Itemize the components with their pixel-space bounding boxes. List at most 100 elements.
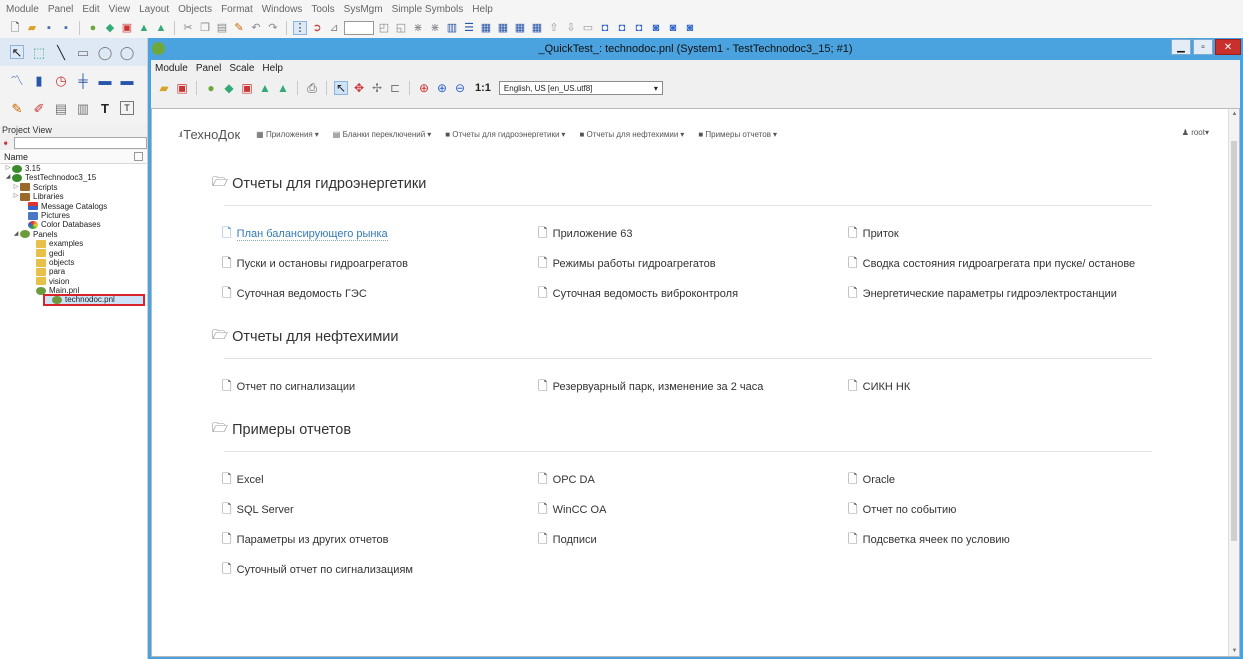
db6-icon[interactable]: ◙: [683, 21, 697, 35]
zoom-fit-icon[interactable]: ⊕: [417, 81, 431, 95]
tree-item[interactable]: Message Catalogs: [0, 202, 147, 211]
report-link[interactable]: 🗋 Подсветка ячеек по условию: [848, 533, 1148, 546]
network-icon[interactable]: ▲: [137, 21, 151, 35]
network-icon[interactable]: ▲: [258, 81, 272, 95]
scroll-thumb[interactable]: [1231, 141, 1237, 541]
tree-item[interactable]: ▷ 3.15: [0, 164, 147, 173]
trend-icon[interactable]: 〽: [10, 73, 24, 87]
para-icon[interactable]: ◆: [103, 21, 117, 35]
color-field-icon[interactable]: [344, 21, 374, 35]
arrow-up-icon[interactable]: ⇧: [547, 21, 561, 35]
report-link[interactable]: 🗋 Энергетические параметры гидроэлектрост…: [848, 287, 1148, 300]
report-link[interactable]: 🗋 Резервуарный парк, изменение за 2 часа: [538, 380, 763, 393]
report-link[interactable]: 🗋 Отчет по сигнализации: [222, 380, 355, 393]
window-titlebar[interactable]: _QuickTest_: technodoc.pnl (System1 - Te…: [148, 38, 1243, 60]
nav-item[interactable]: ▦ Приложения ▾: [256, 130, 319, 139]
cut-icon[interactable]: ✂: [181, 21, 195, 35]
clear-icon[interactable]: ✎: [232, 21, 246, 35]
line-icon[interactable]: ╲: [54, 45, 68, 59]
tree-item[interactable]: gedi: [0, 249, 147, 258]
brand-logo[interactable]: .ıl ТехноДок: [178, 127, 240, 142]
network2-icon[interactable]: ▲: [154, 21, 168, 35]
scale-label[interactable]: 1:1: [475, 82, 491, 94]
text-icon[interactable]: T: [98, 101, 112, 115]
table-widget-icon[interactable]: ▤: [54, 101, 68, 115]
tree-item[interactable]: technodoc.pnl: [43, 294, 145, 306]
panel-icon[interactable]: ●: [204, 81, 218, 95]
distribute2-icon[interactable]: ⋇: [428, 21, 442, 35]
bars-icon[interactable]: ▥: [445, 21, 459, 35]
report-link[interactable]: 🗋 СИКН НК: [848, 380, 1148, 393]
tree-item[interactable]: Main.pnl: [0, 286, 147, 295]
align-icon[interactable]: ⊿: [327, 21, 341, 35]
db3-icon[interactable]: ◘: [632, 21, 646, 35]
report-link[interactable]: 🗋 WinCC OA: [538, 503, 606, 516]
menu-item-layout[interactable]: Layout: [139, 4, 169, 15]
open-folder-icon[interactable]: ▰: [157, 81, 171, 95]
open-folder-icon[interactable]: ▰: [25, 21, 39, 35]
db4-icon[interactable]: ◙: [649, 21, 663, 35]
menu-item-simple-symbols[interactable]: Simple Symbols: [392, 4, 464, 15]
nav-item[interactable]: ▤ Бланки переключений ▾: [333, 130, 431, 139]
tree-item[interactable]: Pictures: [0, 211, 147, 220]
window-icon[interactable]: ▭: [581, 21, 595, 35]
text-box-icon[interactable]: T: [120, 101, 134, 115]
report-link[interactable]: 🗋 Отчет по событию: [848, 503, 1148, 516]
tree-expander-icon[interactable]: ◢: [4, 173, 12, 182]
window-menu-item-scale[interactable]: Scale: [229, 63, 254, 74]
report-link[interactable]: 🗋 Суточный отчет по сигнализациям: [222, 563, 413, 576]
print-icon[interactable]: ⎙: [305, 81, 319, 95]
table2-icon[interactable]: ▦: [496, 21, 510, 35]
menu-item-windows[interactable]: Windows: [262, 4, 303, 15]
save-all-icon[interactable]: ▪: [59, 21, 73, 35]
frame-icon[interactable]: ⊏: [388, 81, 402, 95]
move-icon[interactable]: ✢: [370, 81, 384, 95]
report-link[interactable]: 🗋 OPC DA: [538, 473, 595, 486]
tree-expander-icon[interactable]: ▷: [4, 164, 12, 173]
zoom-icon[interactable]: ⬚: [32, 45, 46, 59]
tree-item[interactable]: ▷ Scripts: [0, 183, 147, 192]
vertical-scrollbar[interactable]: ▲ ▼: [1228, 109, 1239, 656]
tree-expander-icon[interactable]: ◢: [12, 230, 20, 239]
minimize-button[interactable]: ▁: [1171, 39, 1191, 55]
report-link[interactable]: 🗋 Подписи: [538, 533, 597, 546]
report-link[interactable]: 🗋 Oracle: [848, 473, 1148, 486]
project-filter-input[interactable]: [13, 137, 147, 149]
window-menu-item-module[interactable]: Module: [155, 63, 188, 74]
layer-down-icon[interactable]: ◱: [394, 21, 408, 35]
report-link[interactable]: 🗋 Excel: [222, 473, 264, 486]
menu-item-format[interactable]: Format: [221, 4, 253, 15]
clock-icon[interactable]: ◷: [54, 73, 68, 87]
scroll-down-icon[interactable]: ▼: [1229, 646, 1239, 656]
tree-item[interactable]: ◢ Panels: [0, 230, 147, 239]
zoom-out-icon[interactable]: ⊖: [453, 81, 467, 95]
menu-item-tools[interactable]: Tools: [311, 4, 334, 15]
report-link[interactable]: 🗋 SQL Server: [222, 503, 294, 516]
report-link[interactable]: 🗋 Параметры из других отчетов: [222, 533, 389, 546]
menu-item-help[interactable]: Help: [472, 4, 493, 15]
pen-icon[interactable]: ✎: [10, 101, 24, 115]
tree-item[interactable]: ◢ TestTechnodoc3_15: [0, 173, 147, 182]
maximize-button[interactable]: ▫: [1193, 39, 1213, 55]
table4-icon[interactable]: ▦: [530, 21, 544, 35]
menu-item-module[interactable]: Module: [6, 4, 39, 15]
db5-icon[interactable]: ◙: [666, 21, 680, 35]
button-widget-icon[interactable]: ▬: [98, 73, 112, 87]
report-link[interactable]: 🗋 Приложение 63: [538, 227, 632, 240]
column-name[interactable]: Name: [4, 152, 28, 162]
rows-icon[interactable]: ☰: [462, 21, 476, 35]
table3-icon[interactable]: ▦: [513, 21, 527, 35]
tree-item[interactable]: ▷ Libraries: [0, 192, 147, 201]
column-options-icon[interactable]: [134, 152, 143, 161]
arrow-down-icon[interactable]: ⇩: [564, 21, 578, 35]
menu-item-panel[interactable]: Panel: [48, 4, 74, 15]
nav-item[interactable]: ■ Примеры отчетов ▾: [698, 130, 777, 139]
copy-icon[interactable]: ❐: [198, 21, 212, 35]
report-link[interactable]: 🗋 Пуски и остановы гидроагрегатов: [222, 257, 408, 270]
window-menu-item-panel[interactable]: Panel: [196, 63, 222, 74]
bar-chart-icon[interactable]: ▮: [32, 73, 46, 87]
tree-expander-icon[interactable]: ▷: [12, 183, 20, 192]
close-button[interactable]: ✕: [1215, 39, 1241, 55]
scroll-up-icon[interactable]: ▲: [1229, 109, 1239, 119]
close-panel-icon[interactable]: ▣: [175, 81, 189, 95]
